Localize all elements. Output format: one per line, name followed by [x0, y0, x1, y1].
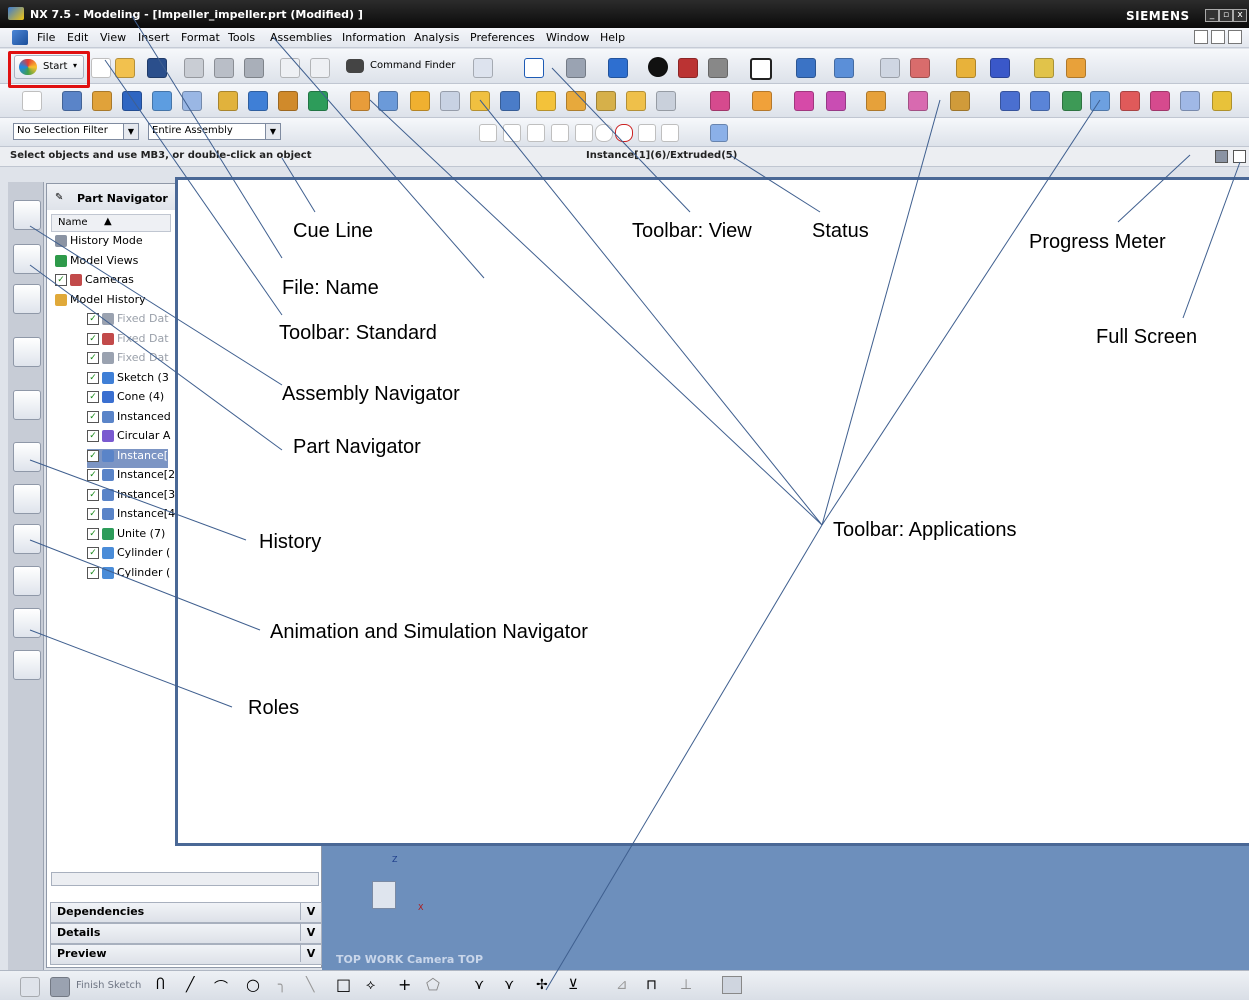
leader-history: [29, 459, 247, 541]
start-highlight-box: [8, 51, 90, 88]
label-file-name: File: Name: [282, 277, 379, 299]
leader-apps-1: [369, 99, 823, 526]
leader-apps-3: [821, 99, 941, 526]
leader-full-screen: [1182, 161, 1241, 319]
label-cue-line: Cue Line: [293, 220, 374, 242]
leader-apps-4: [821, 99, 1101, 526]
label-assembly-navigator: Assembly Navigator: [282, 383, 460, 405]
label-progress-meter: Progress Meter: [1029, 231, 1166, 253]
label-roles: Roles: [248, 697, 300, 719]
label-history: History: [259, 531, 322, 553]
label-status: Status: [812, 220, 869, 242]
leader-toolbar-view: [551, 67, 691, 213]
label-toolbar-standard: Toolbar: Standard: [279, 322, 437, 344]
leader-lines: [29, 15, 1241, 991]
leader-apps-5: [545, 524, 823, 991]
leader-roles: [29, 629, 233, 708]
leader-animation-nav: [29, 539, 261, 631]
leader-cue-line: [281, 157, 316, 213]
leader-assembly-navigator: [29, 225, 283, 386]
leader-progress-meter: [1117, 154, 1191, 223]
leader-file-name: [131, 15, 283, 259]
leader-part-navigator: [29, 264, 283, 451]
label-toolbar-view: Toolbar: View: [632, 220, 752, 242]
leader-apps-2: [479, 99, 823, 526]
label-full-screen: Full Screen: [1096, 326, 1198, 348]
leader-toolbar-standard: [104, 59, 283, 316]
label-toolbar-applications: Toolbar: Applications: [833, 519, 1017, 541]
label-animation-nav: Animation and Simulation Navigator: [270, 621, 588, 643]
label-part-navigator: Part Navigator: [293, 436, 421, 458]
leader-status: [729, 154, 821, 213]
